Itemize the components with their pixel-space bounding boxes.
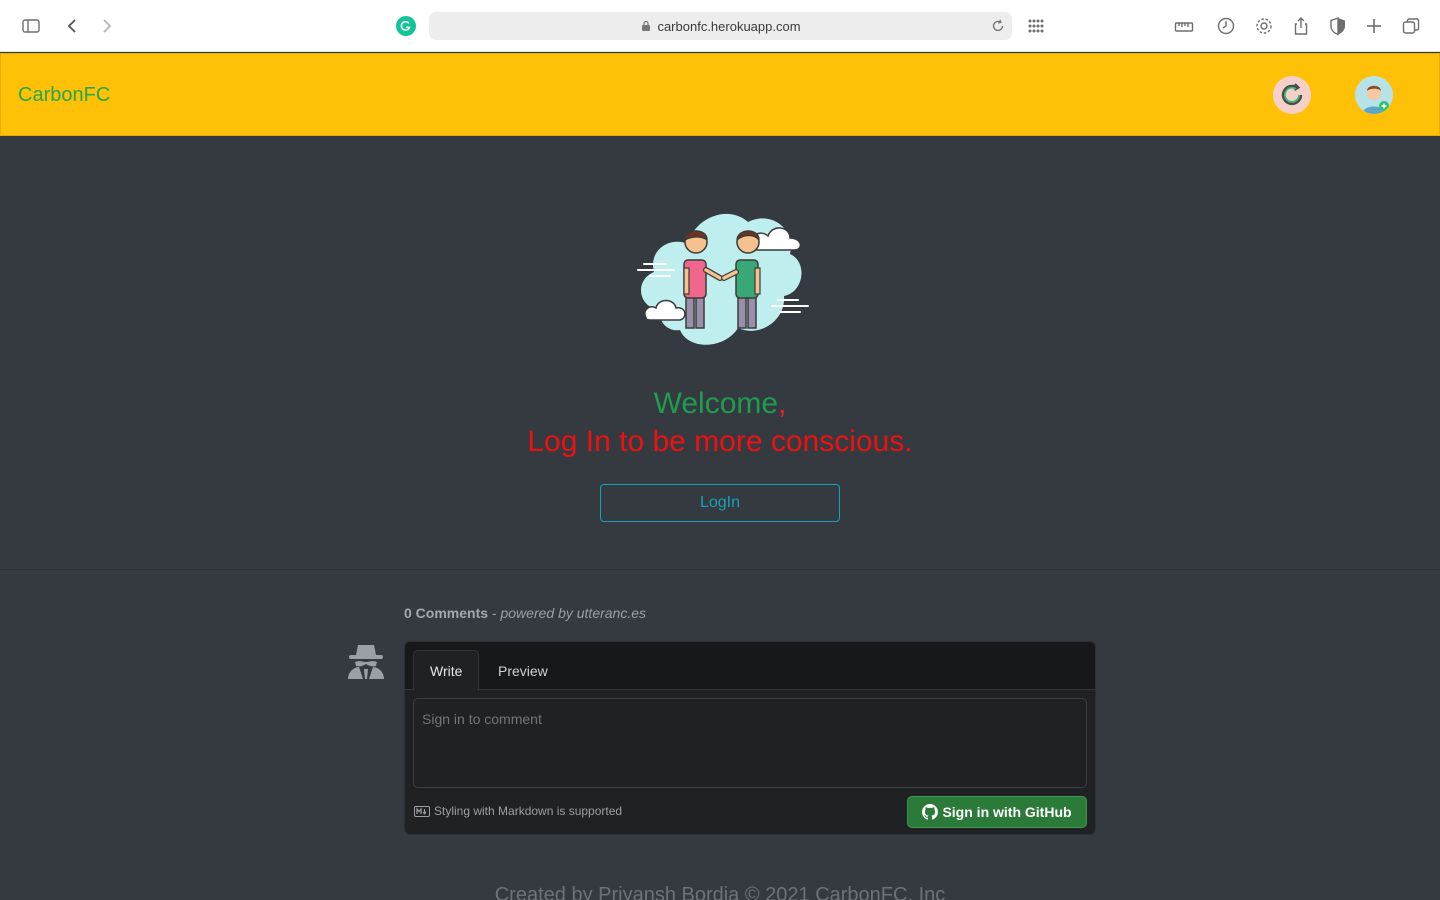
comment-editor: Write Preview Styling with Markdown is s…	[404, 641, 1096, 835]
user-avatar-icon[interactable]	[1355, 76, 1393, 114]
forward-icon[interactable]	[95, 14, 119, 38]
powered-by-link[interactable]: powered by utteranc.es	[500, 605, 646, 621]
editor-tabs: Write Preview	[405, 642, 1095, 691]
back-icon[interactable]	[60, 14, 84, 38]
history-icon[interactable]	[1214, 14, 1238, 38]
sign-in-github-button[interactable]: Sign in with GitHub	[907, 796, 1087, 828]
browser-toolbar: carbonfc.herokuapp.com	[0, 0, 1440, 52]
sidebar-toggle-icon[interactable]	[19, 14, 43, 38]
settings-gear-icon[interactable]	[1252, 14, 1276, 38]
tab-preview[interactable]: Preview	[482, 650, 564, 691]
anonymous-user-icon	[345, 643, 387, 681]
markdown-icon	[414, 805, 430, 817]
footer-text: Created by Priyansh Bordia © 2021 Carbon…	[494, 884, 946, 900]
reload-icon[interactable]	[990, 18, 1006, 34]
markdown-note: Styling with Markdown is supported	[414, 804, 622, 818]
welcome-comma: ,	[778, 387, 787, 420]
ruler-icon[interactable]	[1172, 14, 1196, 38]
grammarly-extension-icon[interactable]	[396, 16, 416, 36]
dark-mode-icon[interactable]	[1326, 14, 1350, 38]
markdown-note-text[interactable]: Styling with Markdown is supported	[434, 804, 622, 818]
comments-count-label: 0 Comments	[404, 605, 489, 621]
share-icon[interactable]	[1289, 14, 1313, 38]
login-prompt-text: Log In to be more conscious.	[527, 425, 913, 458]
comments-header: 0 Comments - powered by utteranc.es	[404, 605, 646, 621]
app-navbar: CarbonFC	[0, 53, 1440, 136]
new-tab-plus-icon[interactable]	[1362, 14, 1386, 38]
address-bar[interactable]: carbonfc.herokuapp.com	[429, 12, 1012, 40]
welcome-text: Welcome	[653, 387, 779, 420]
comment-textarea[interactable]	[413, 698, 1087, 788]
login-button[interactable]: LogIn	[600, 484, 840, 522]
grid-apps-icon[interactable]	[1024, 14, 1048, 38]
handshake-illustration	[630, 200, 814, 350]
github-icon	[922, 804, 939, 820]
lock-icon	[640, 20, 652, 32]
github-button-label: Sign in with GitHub	[942, 804, 1072, 820]
brand-logo-text[interactable]: CarbonFC	[18, 84, 110, 107]
section-divider	[0, 569, 1440, 570]
address-text: carbonfc.herokuapp.com	[657, 18, 801, 34]
refresh-avatar-icon[interactable]	[1273, 76, 1311, 114]
tab-write[interactable]: Write	[413, 650, 480, 691]
welcome-heading: Welcome,	[0, 386, 1440, 422]
comments-separator: -	[488, 605, 501, 621]
tabs-overview-icon[interactable]	[1399, 14, 1423, 38]
